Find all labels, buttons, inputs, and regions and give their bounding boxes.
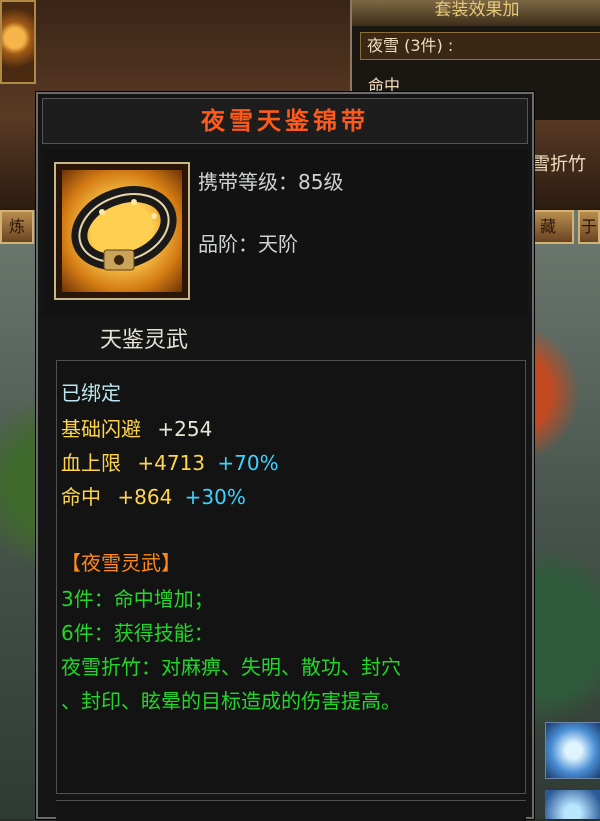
set-effect-line: 、封印、眩晕的目标造成的伤害提高。 xyxy=(61,689,401,713)
stat-name: 血上限 xyxy=(61,451,121,475)
item-name: 夜雪天鉴锦带 xyxy=(42,98,528,144)
skill-slot-icon[interactable] xyxy=(545,722,600,779)
carry-level: 携带等级：85级 xyxy=(198,170,344,194)
belt-icon xyxy=(62,170,182,292)
tab-refine[interactable]: 炼 xyxy=(0,210,34,244)
item-category: 天鉴灵武 xyxy=(100,328,189,353)
tooltip-footer xyxy=(56,800,526,821)
set-name: 【夜雪灵武】 xyxy=(61,551,181,575)
stat-row: 命中 +864 +30% xyxy=(61,481,246,510)
set-effect-line: 6件：获得技能： xyxy=(61,621,214,645)
tab-extra[interactable]: 于 xyxy=(578,210,600,244)
set-name-row: 夜雪 (3件) : xyxy=(360,32,600,60)
stat-name: 基础闪避 xyxy=(61,417,141,441)
stat-bonus: +70% xyxy=(217,451,279,475)
stat-row: 基础闪避 +254 xyxy=(61,413,212,442)
skill-slot-icon-2[interactable] xyxy=(545,790,600,819)
stat-value: +864 xyxy=(117,485,173,509)
side-skill-text: 雪折竹 xyxy=(532,154,586,175)
stat-value: +254 xyxy=(157,417,213,441)
stat-name: 命中 xyxy=(61,485,101,509)
set-bonus-title: 套装效果加 xyxy=(352,0,600,26)
item-icon-frame xyxy=(54,162,190,300)
stat-bonus: +30% xyxy=(184,485,246,509)
item-header: 携带等级：85级 品阶：天阶 xyxy=(42,150,528,315)
item-attributes: 已绑定 基础闪避 +254 血上限 +4713 +70% 命中 +864 +30… xyxy=(56,360,526,794)
stat-row: 血上限 +4713 +70% xyxy=(61,447,279,476)
stat-value: +4713 xyxy=(137,451,206,475)
set-effect-line: 夜雪折竹：对麻痹、失明、散功、封穴 xyxy=(61,655,401,679)
equipped-belt-icon[interactable] xyxy=(0,0,36,84)
item-grade: 品阶：天阶 xyxy=(198,232,298,256)
set-effect-line: 3件：命中增加； xyxy=(61,587,214,611)
item-tooltip: 夜雪天鉴锦带 携带等级：85级 品阶：天阶 天鉴灵武 已绑定 基础闪避 +254… xyxy=(36,92,534,821)
bind-status: 已绑定 xyxy=(61,381,121,405)
